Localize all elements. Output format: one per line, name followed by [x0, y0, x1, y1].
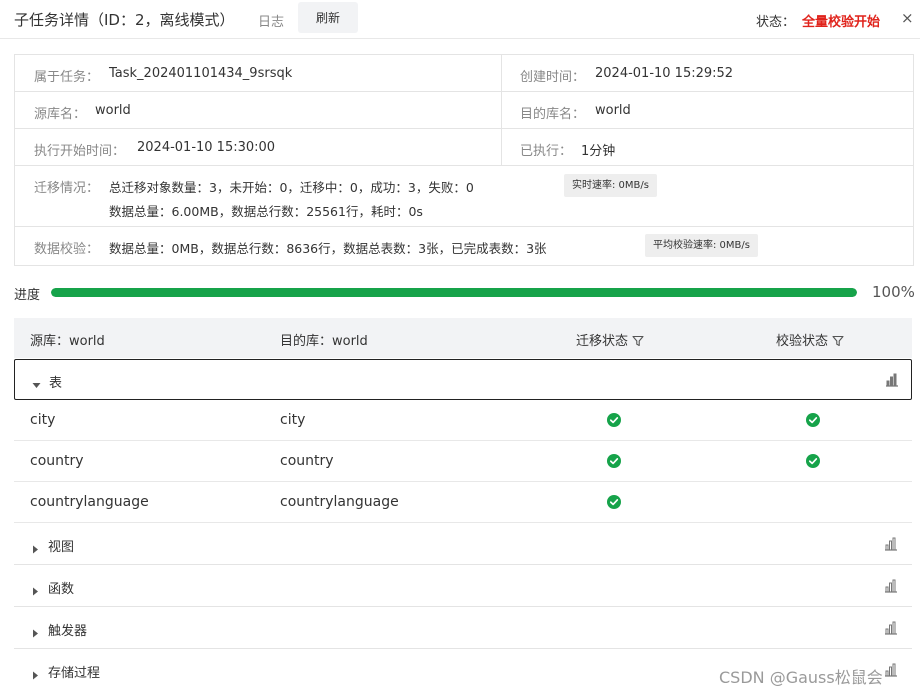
realtime-speed-badge: 实时速率: 0MB/s: [564, 174, 657, 197]
migrated-check-icon: [607, 494, 621, 513]
check-summary: 数据总量：0MB，数据总行数：8636行，数据总表数：3张，已完成表数：3张: [109, 241, 547, 256]
source-db-label: 源库名：: [34, 107, 87, 122]
group-tables[interactable]: 表: [14, 359, 912, 400]
refresh-button[interactable]: 刷新: [298, 2, 358, 33]
info-row-time: 执行开始时间： 2024-01-10 15:30:00 已执行： 1分钟: [15, 129, 913, 166]
row-source-name: countrylanguage: [30, 494, 149, 510]
dialog-title: 子任务详情（ID：2，离线模式）: [14, 11, 235, 29]
caret-right-icon[interactable]: [31, 539, 40, 558]
info-row-db: 源库名： world 目的库名： world: [15, 92, 913, 129]
progress-bar: [51, 288, 857, 297]
group-triggers[interactable]: 触发器: [14, 608, 912, 649]
created-value: 2024-01-10 15:29:52: [595, 66, 734, 81]
task-label: 属于任务：: [34, 70, 100, 85]
caret-right-icon[interactable]: [31, 581, 40, 600]
avg-check-speed-badge: 平均校验速率: 0MB/s: [645, 234, 758, 257]
log-link[interactable]: 日志: [258, 11, 284, 30]
row-source-name: country: [30, 453, 84, 469]
bar-chart-icon[interactable]: [884, 536, 898, 555]
migration-data-summary: 数据总量：6.00MB，数据总行数：25561行，耗时：0s: [109, 204, 423, 219]
migrated-check-icon: [607, 412, 621, 431]
filter-icon[interactable]: [632, 335, 644, 351]
target-db-label: 目的库名：: [520, 107, 586, 122]
created-label: 创建时间：: [520, 70, 586, 85]
migration-summary: 总迁移对象数量：3，未开始：0，迁移中：0，成功：3，失败：0: [109, 180, 474, 195]
info-row-migration: 迁移情况： 总迁移对象数量：3，未开始：0，迁移中：0，成功：3，失败：0 数据…: [15, 166, 913, 227]
migration-status-column-header: 迁移状态: [576, 330, 644, 351]
check-status-column-header: 校验状态: [776, 330, 844, 351]
start-time-label: 执行开始时间：: [34, 144, 126, 159]
bar-chart-icon[interactable]: [884, 578, 898, 597]
close-icon[interactable]: ×: [901, 9, 914, 27]
migration-label: 迁移情况：: [34, 181, 100, 196]
task-info-panel: 属于任务： Task_202401101434_9srsqk 创建时间： 202…: [14, 54, 914, 266]
source-db-column-header: 源库：world: [30, 334, 105, 349]
elapsed-label: 已执行：: [520, 144, 573, 159]
row-target-name: city: [280, 412, 306, 428]
table-row: countrylanguage countrylanguage: [14, 482, 912, 523]
dialog-header: 子任务详情（ID：2，离线模式） 日志 刷新 状态： 全量校验开始 ×: [0, 0, 920, 39]
row-target-name: country: [280, 453, 334, 469]
table-row: city city: [14, 400, 912, 441]
row-target-name: countrylanguage: [280, 494, 399, 510]
column-divider: [501, 92, 502, 128]
table-header: 源库：world 目的库：world 迁移状态 校验状态: [14, 318, 912, 358]
group-views[interactable]: 视图: [14, 524, 912, 565]
status-value: 全量校验开始: [802, 15, 881, 30]
caret-down-icon[interactable]: [32, 375, 41, 394]
column-divider: [501, 129, 502, 165]
filter-icon[interactable]: [832, 335, 844, 351]
watermark: CSDN @Gauss松鼠会: [719, 668, 883, 687]
progress-percent: 100%: [872, 283, 915, 301]
group-label-views: 视图: [48, 540, 75, 555]
group-functions[interactable]: 函数: [14, 566, 912, 607]
task-value: Task_202401101434_9srsqk: [109, 66, 293, 81]
info-row-task: 属于任务： Task_202401101434_9srsqk 创建时间： 202…: [15, 55, 913, 92]
status-label: 状态：: [756, 15, 796, 30]
start-time-value: 2024-01-10 15:30:00: [137, 140, 276, 155]
column-divider: [501, 55, 502, 91]
progress-fill: [51, 288, 857, 297]
progress-label: 进度: [14, 288, 41, 303]
info-row-check: 数据校验： 数据总量：0MB，数据总行数：8636行，数据总表数：3张，已完成表…: [15, 227, 913, 264]
migration-status-header-label: 迁移状态: [576, 334, 629, 349]
source-db-value: world: [95, 103, 131, 118]
group-label-tables: 表: [49, 376, 63, 391]
migrated-check-icon: [607, 453, 621, 472]
caret-right-icon[interactable]: [31, 623, 40, 642]
elapsed-value: 1分钟: [581, 144, 616, 159]
check-status-header-label: 校验状态: [776, 334, 829, 349]
checked-check-icon: [806, 453, 820, 472]
group-label-procedures: 存储过程: [48, 666, 101, 681]
check-label: 数据校验：: [34, 242, 100, 257]
row-source-name: city: [30, 412, 56, 428]
bar-chart-icon[interactable]: [885, 372, 899, 391]
target-db-value: world: [595, 103, 631, 118]
table-row: country country: [14, 441, 912, 482]
checked-check-icon: [806, 412, 820, 431]
group-label-functions: 函数: [48, 582, 75, 597]
bar-chart-icon[interactable]: [884, 620, 898, 639]
caret-right-icon[interactable]: [31, 665, 40, 684]
bar-chart-icon[interactable]: [884, 662, 898, 681]
target-db-column-header: 目的库：world: [280, 334, 368, 349]
group-label-triggers: 触发器: [48, 624, 88, 639]
